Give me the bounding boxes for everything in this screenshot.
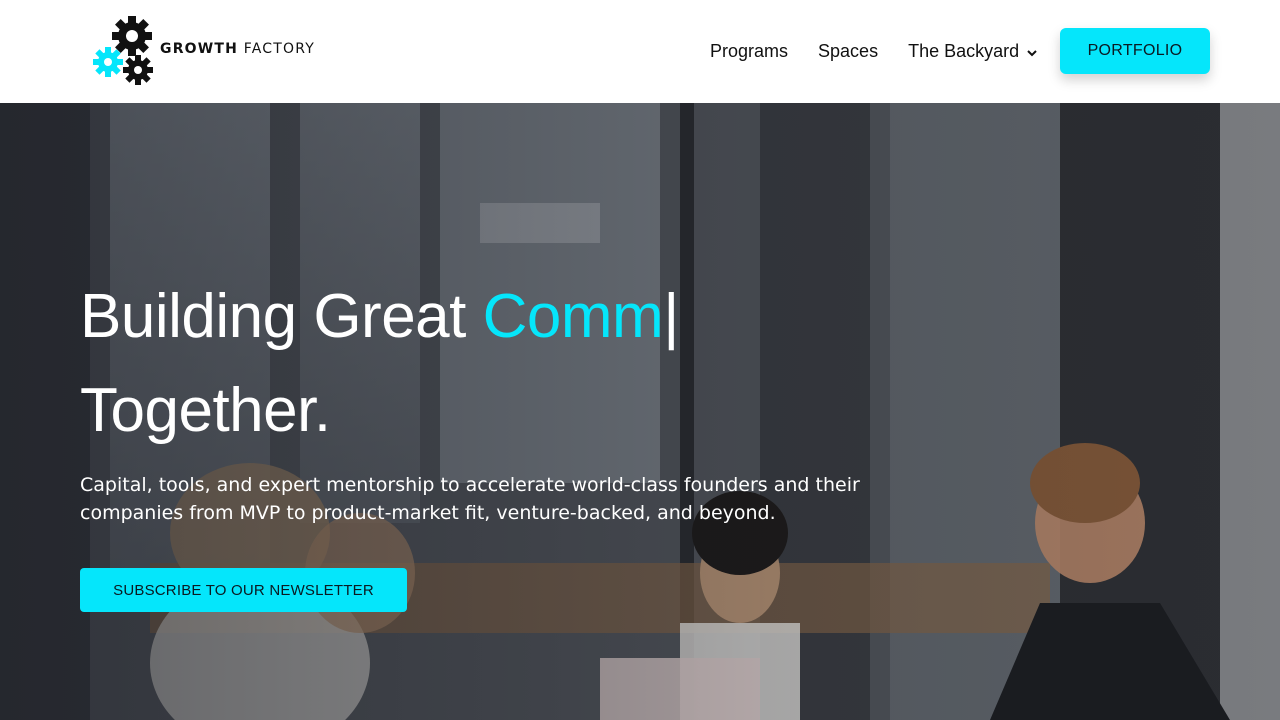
- nav-item-label: The Backyard: [908, 40, 1020, 61]
- nav-item-label: Spaces: [818, 40, 879, 61]
- nav-item-spaces[interactable]: Spaces: [818, 41, 878, 62]
- nav-item-label: Programs: [710, 40, 789, 61]
- headline-accent: Comm: [482, 282, 664, 351]
- logo[interactable]: GROWTH FACTORY: [92, 14, 314, 86]
- portfolio-button[interactable]: PORTFOLIO: [1060, 28, 1210, 74]
- gears-logo-icon: [93, 16, 153, 85]
- main-nav: Programs Spaces The Backyard: [710, 38, 1067, 64]
- nav-item-programs[interactable]: Programs: [710, 41, 788, 62]
- brand-name: GROWTH FACTORY: [160, 41, 315, 57]
- hero-subtext: Capital, tools, and expert mentorship to…: [80, 474, 860, 524]
- chevron-down-icon: [1027, 41, 1037, 62]
- brand-name-light: FACTORY: [243, 41, 315, 57]
- hero-headline: Building Great Comm| Together.: [80, 270, 679, 458]
- nav-item-the-backyard[interactable]: The Backyard: [908, 41, 1037, 62]
- hero-section: Building Great Comm| Together. Capital, …: [0, 103, 1280, 720]
- brand-name-bold: GROWTH: [160, 41, 239, 57]
- site-header: GROWTH FACTORY Programs Spaces The Backy…: [0, 0, 1280, 103]
- typing-cursor: |: [663, 282, 679, 351]
- headline-prefix: Building Great: [80, 282, 483, 351]
- subscribe-newsletter-button[interactable]: SUBSCRIBE TO OUR NEWSLETTER: [80, 568, 407, 612]
- headline-line2: Together.: [80, 376, 331, 445]
